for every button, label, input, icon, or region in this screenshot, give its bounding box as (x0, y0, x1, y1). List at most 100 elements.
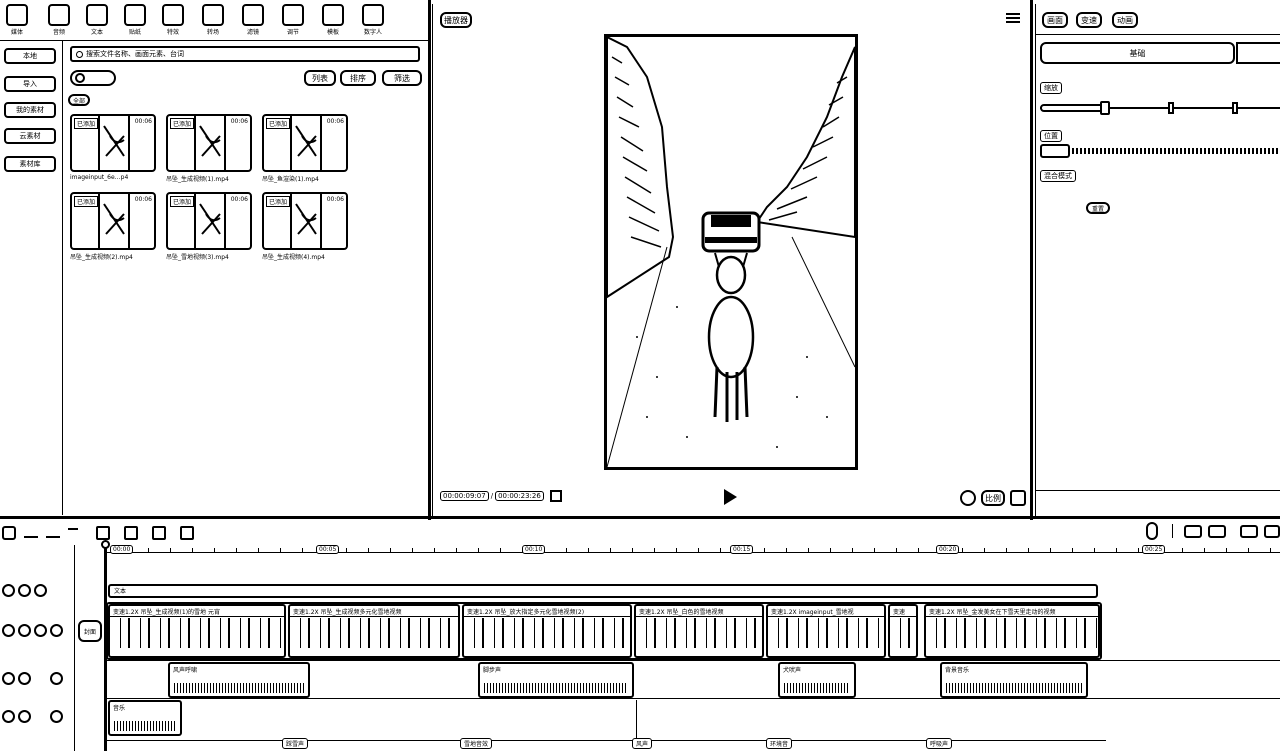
audio-clip[interactable]: 风声呼啸 (168, 662, 310, 698)
sidebar-item-2[interactable]: 我的素材 (4, 102, 56, 118)
audio-track-header (0, 672, 70, 686)
video-clip[interactable]: 变速1.2X imageinput_雪地视 (766, 604, 886, 658)
sidebar-item-1[interactable]: 导入 (4, 76, 56, 92)
view-button[interactable]: 列表 (304, 70, 336, 86)
toolbar-transitions-button[interactable]: 转场 (196, 4, 230, 36)
inspector-tab-0[interactable]: 画面 (1042, 12, 1068, 28)
preview-axis-icon[interactable] (1240, 525, 1258, 538)
sidebar-item-0[interactable]: 本地 (4, 48, 56, 64)
lock-icon[interactable] (2, 710, 15, 723)
video-clip[interactable]: 变速1.2X 吊坠_放大指定多元化雪地视频(2) (462, 604, 632, 658)
player-title: 播放器 (440, 12, 472, 28)
link-icon[interactable] (1184, 525, 1202, 538)
split-left-icon[interactable] (124, 526, 138, 540)
slider-handle[interactable] (1100, 101, 1110, 115)
video-clip[interactable]: 变速1.2X 吊坠_金发美女在下雪天里走动的视频 (924, 604, 1100, 658)
thumbnail-image (98, 116, 130, 170)
redo-icon[interactable] (46, 528, 60, 538)
media-thumbnail[interactable]: 已添加 00:06 (166, 114, 252, 172)
toolbar-text-button[interactable]: 文本 (80, 4, 114, 36)
volume-icon[interactable] (50, 710, 63, 723)
lock-icon[interactable] (2, 672, 15, 685)
bottom-track-clip[interactable]: 踩雪声 (282, 738, 309, 749)
mute-icon[interactable] (34, 584, 47, 597)
bottom-track-clip[interactable]: 环境音 (766, 738, 793, 749)
sidebar-item-3[interactable]: 云素材 (4, 128, 56, 144)
filter-all-chip[interactable]: 全部 (68, 94, 90, 106)
toolbar-digital_human-button[interactable]: 数字人 (356, 4, 390, 36)
sidebar-item-4[interactable]: 素材库 (4, 156, 56, 172)
split-icon[interactable] (96, 526, 110, 540)
video-clip[interactable]: 变速1.2X 吊坠_生成视频(1)的雪地 元宵 (108, 604, 286, 658)
toolbar-audio-button[interactable]: 音频 (42, 4, 76, 36)
toolbar-media-button[interactable]: 媒体 (0, 4, 34, 36)
undo-icon[interactable] (24, 528, 38, 538)
toolbar-label: 贴纸 (128, 29, 141, 36)
music-clip[interactable]: 音乐 (108, 700, 182, 736)
ruler-label: 00:00 (110, 545, 134, 554)
playhead-handle[interactable] (101, 540, 110, 549)
media-thumbnail[interactable]: 已添加 00:06 (262, 114, 348, 172)
search-input[interactable]: 搜索文件名称、画面元素、台词 (70, 46, 420, 62)
split-right-icon[interactable] (152, 526, 166, 540)
video-clip[interactable]: 变速1.2X 吊坠_白色的雪地视频 (634, 604, 764, 658)
media-thumbnail[interactable]: 已添加 00:06 (262, 192, 348, 250)
position-field[interactable] (1040, 144, 1280, 158)
eye-icon[interactable] (18, 624, 31, 637)
text-track-clip[interactable]: 文本 (108, 584, 1098, 598)
toolbar-filters-button[interactable]: 滤镜 (236, 4, 270, 36)
clip-title: 变速 (890, 606, 916, 617)
volume-icon[interactable] (50, 672, 63, 685)
menu-icon[interactable] (1006, 12, 1020, 24)
media-thumbnail[interactable]: 已添加 00:06 (166, 192, 252, 250)
scale-label: 缩放 (1040, 82, 1062, 94)
media-thumbnail[interactable]: 已添加 00:06 (70, 114, 156, 172)
eye-icon[interactable] (18, 584, 31, 597)
reset-button[interactable]: 重置 (1086, 202, 1110, 214)
mute-icon[interactable] (34, 624, 47, 637)
video-clip[interactable]: 变速1.2X 吊坠_生成视频多元化雪地视频 (288, 604, 460, 658)
cover-button[interactable]: 封面 (78, 620, 102, 642)
settings-icon[interactable] (960, 490, 976, 506)
lock-icon[interactable] (2, 584, 15, 597)
video-preview[interactable] (604, 34, 858, 470)
toolbar-sticker-button[interactable]: 贴纸 (118, 4, 152, 36)
audio-clip[interactable]: 背景音乐 (940, 662, 1088, 698)
toolbar-template-button[interactable]: 模板 (316, 4, 350, 36)
inspector-tab-2[interactable]: 动画 (1112, 12, 1138, 28)
audio-clip[interactable]: 犬吠声 (778, 662, 856, 698)
bottom-track-clip[interactable]: 雪地音效 (460, 738, 493, 749)
inspector-tab-1[interactable]: 变速 (1076, 12, 1102, 28)
inspector-primary-button[interactable]: 基础 (1040, 42, 1235, 64)
list-toggle[interactable] (70, 70, 116, 86)
zoom-icon[interactable] (1264, 525, 1280, 538)
scale-slider[interactable] (1040, 101, 1280, 115)
clip-filmstrip (890, 618, 916, 648)
panel-border (1035, 4, 1036, 516)
ratio-button[interactable]: 比例 (981, 490, 1005, 506)
video-clip[interactable]: 变速 (888, 604, 918, 658)
thumbnail-name: 吊坠_生成视频(1).mp4 (166, 176, 229, 183)
track-divider (106, 740, 1106, 741)
filter-button[interactable]: 筛选 (382, 70, 422, 86)
bottom-track-clip[interactable]: 风声 (632, 738, 653, 749)
audio-icon[interactable] (50, 624, 63, 637)
fullscreen-icon[interactable] (1010, 490, 1026, 506)
inspector-secondary-button[interactable] (1236, 42, 1280, 64)
snap-icon[interactable] (1208, 525, 1226, 538)
toolbar-adjust-button[interactable]: 调节 (276, 4, 310, 36)
cursor-icon[interactable] (68, 528, 78, 536)
play-icon[interactable] (724, 489, 737, 505)
mute-icon[interactable] (18, 710, 31, 723)
delete-icon[interactable] (180, 526, 194, 540)
sort-button[interactable]: 排序 (340, 70, 376, 86)
list-icon[interactable] (549, 490, 562, 502)
mute-icon[interactable] (18, 672, 31, 685)
toolbar-effects-button[interactable]: 特效 (156, 4, 190, 36)
bottom-track-clip[interactable]: 呼吸声 (926, 738, 953, 749)
mic-icon[interactable] (1146, 522, 1158, 540)
media-thumbnail[interactable]: 已添加 00:06 (70, 192, 156, 250)
audio-clip[interactable]: 脚步声 (478, 662, 634, 698)
lock-icon[interactable] (2, 624, 15, 637)
select-icon[interactable] (2, 526, 16, 540)
